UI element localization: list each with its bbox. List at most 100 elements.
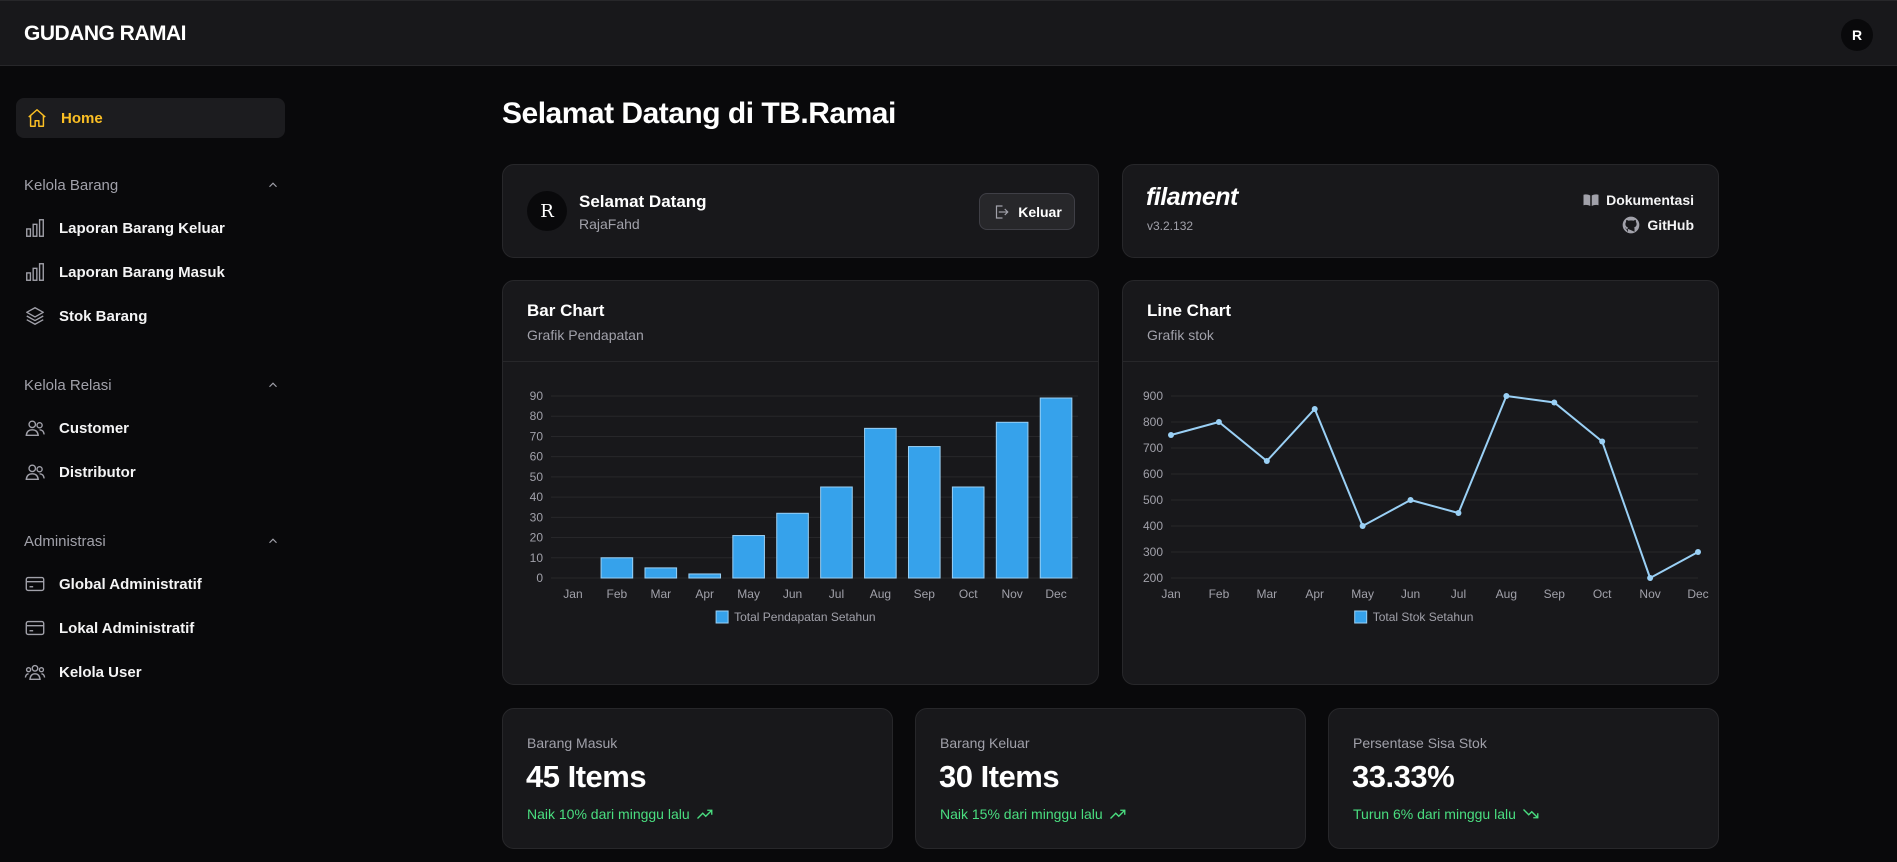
x-tick-label: Oct — [1593, 587, 1612, 601]
chevron-up-icon — [269, 182, 277, 188]
sidebar-item-stok-barang[interactable]: Stok Barang — [24, 301, 147, 331]
y-tick-label: 900 — [1143, 389, 1163, 403]
x-tick-label: Apr — [1305, 587, 1324, 601]
bar — [995, 421, 1029, 579]
sidebar-item-label: Global Administratif — [59, 575, 202, 593]
x-tick-label: Jun — [1401, 587, 1420, 601]
y-tick-label: 60 — [530, 450, 544, 464]
x-tick-label: Jan — [563, 587, 582, 601]
stack-icon — [26, 307, 44, 325]
x-tick-label: Aug — [870, 587, 891, 601]
logout-icon — [996, 204, 1009, 219]
y-tick-label: 700 — [1143, 441, 1163, 455]
y-tick-label: 400 — [1143, 519, 1163, 533]
sidebar-item-distributor[interactable]: Distributor — [24, 457, 136, 487]
sidebar-item-label: Laporan Barang Masuk — [59, 263, 225, 281]
stat-description: Turun 6% dari minggu lalu — [1353, 806, 1540, 822]
legend-swatch — [1354, 610, 1368, 624]
y-tick-label: 70 — [530, 429, 544, 443]
sidebar-item-global-administratif[interactable]: Global Administratif — [24, 569, 202, 599]
github-label: GitHub — [1647, 217, 1694, 233]
x-tick-label: Feb — [1209, 587, 1230, 601]
y-tick-label: 30 — [530, 510, 544, 524]
y-tick-label: 200 — [1143, 571, 1163, 585]
chart-title: Bar Chart — [527, 301, 605, 320]
chart-subtitle: Grafik Pendapatan — [527, 327, 644, 343]
sidebar: Home Kelola Barang Laporan Barang Keluar… — [0, 66, 300, 862]
x-tick-label: Mar — [1256, 587, 1277, 601]
account-widget: R Selamat Datang RajaFahd Keluar — [502, 164, 1099, 258]
topbar: GUDANG RAMAI R — [0, 0, 1897, 66]
chart-bar-icon — [26, 219, 44, 237]
stat-description-text: Naik 15% dari minggu lalu — [940, 806, 1103, 822]
data-point — [1503, 393, 1510, 399]
docs-link[interactable]: Dokumentasi — [1582, 191, 1694, 209]
logout-button[interactable]: Keluar — [979, 193, 1075, 230]
bar-chart[interactable]: 0 10 20 30 40 50 60 70 80 90 Jan Feb Mar Apr May Jun Jul… — [503, 362, 1098, 684]
user-group-icon — [24, 664, 46, 681]
bar-chart-widget: Bar Chart Grafik Pendapatan 0 10 20 30 40 50 6… — [502, 280, 1099, 685]
data-point — [1695, 549, 1701, 555]
github-link[interactable]: GitHub — [1621, 215, 1694, 235]
logout-label: Keluar — [1018, 203, 1062, 220]
sidebar-item-label: Home — [61, 109, 103, 127]
welcome-title: Selamat Datang — [579, 192, 707, 211]
credit-card-icon — [25, 620, 45, 636]
bar — [864, 427, 897, 579]
home-icon — [28, 109, 46, 127]
y-tick-label: 0 — [536, 571, 543, 585]
group-title: Kelola Barang — [24, 176, 119, 194]
chart-title: Line Chart — [1147, 301, 1232, 320]
data-point — [1359, 523, 1366, 529]
sidebar-item-kelola-user[interactable]: Kelola User — [24, 657, 142, 687]
sidebar-item-lokal-administratif[interactable]: Lokal Administratif — [24, 613, 194, 643]
legend-label: Total Stok Setahun — [1373, 610, 1474, 624]
x-tick-label: Apr — [695, 587, 714, 601]
y-tick-label: 10 — [530, 551, 544, 565]
brand-logo[interactable]: GUDANG RAMAI — [24, 22, 187, 46]
group-administrasi[interactable]: Administrasi — [24, 530, 280, 552]
x-tick-label: Sep — [914, 587, 936, 601]
filament-version: v3.2.132 — [1147, 219, 1194, 233]
sidebar-item-laporan-barang-keluar[interactable]: Laporan Barang Keluar — [24, 213, 225, 243]
x-tick-label: Jul — [1451, 587, 1466, 601]
line-chart[interactable]: 200 300 400 500 600 700 800 900 Jan Feb Mar Apr May J… — [1123, 362, 1718, 684]
data-point — [1551, 399, 1558, 406]
x-tick-label: Sep — [1544, 587, 1566, 601]
docs-label: Dokumentasi — [1606, 192, 1694, 208]
users-icon — [25, 420, 45, 437]
legend-label: Total Pendapatan Setahun — [734, 610, 875, 624]
y-tick-label: 50 — [530, 470, 544, 484]
group-kelola-barang[interactable]: Kelola Barang — [24, 174, 280, 196]
stat-card-barang-masuk: Barang Masuk 45 Items Naik 10% dari ming… — [502, 708, 893, 849]
stat-card-sisa-stok: Persentase Sisa Stok 33.33% Turun 6% dar… — [1328, 708, 1719, 849]
sidebar-item-home[interactable]: Home — [16, 98, 285, 138]
x-tick-label: Dec — [1045, 587, 1066, 601]
sidebar-item-customer[interactable]: Customer — [24, 413, 129, 443]
bar — [732, 535, 765, 579]
trending-up-icon — [696, 809, 713, 819]
group-title: Kelola Relasi — [24, 376, 112, 394]
legend-swatch — [715, 610, 729, 624]
filament-logo[interactable]: filament — [1146, 183, 1238, 212]
data-point — [1263, 458, 1270, 464]
group-kelola-relasi[interactable]: Kelola Relasi — [24, 374, 280, 396]
chart-bar-icon — [26, 263, 44, 281]
filament-info-widget: filament v3.2.132 Dokumentasi GitHub — [1122, 164, 1719, 258]
trending-up-icon — [1109, 809, 1126, 819]
x-tick-label: Jun — [783, 587, 802, 601]
bar — [1039, 397, 1073, 579]
bar — [644, 567, 678, 579]
x-tick-label: Jul — [829, 587, 844, 601]
bar — [600, 557, 634, 579]
sidebar-item-label: Lokal Administratif — [59, 619, 195, 637]
x-tick-label: Oct — [959, 587, 978, 601]
y-tick-label: 800 — [1143, 415, 1163, 429]
user-avatar[interactable]: R — [1841, 19, 1873, 51]
x-tick-label: Nov — [1001, 587, 1022, 601]
sidebar-item-label: Laporan Barang Keluar — [59, 219, 225, 237]
bar — [776, 512, 809, 579]
sidebar-item-laporan-barang-masuk[interactable]: Laporan Barang Masuk — [24, 257, 225, 287]
sidebar-item-label: Kelola User — [59, 663, 142, 681]
stat-label: Persentase Sisa Stok — [1353, 735, 1487, 751]
